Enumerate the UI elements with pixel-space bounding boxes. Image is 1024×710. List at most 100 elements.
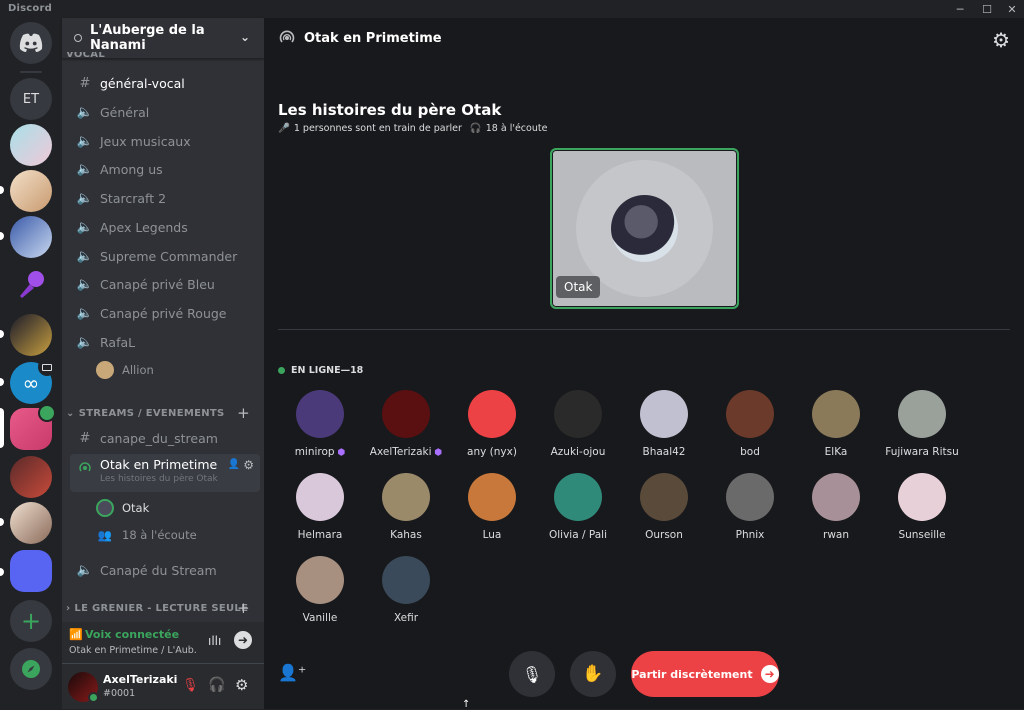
server-icon[interactable]: ∞ (10, 358, 56, 404)
channel-item[interactable]: 🔈 Canapé privé Rouge (70, 300, 260, 326)
channel-item[interactable]: 🔈 Apex Legends (70, 214, 260, 240)
category-grenier[interactable]: › LE GRENIER - LECTURE SEULE + (62, 599, 264, 617)
server-icon[interactable] (10, 502, 52, 544)
channel-label: Canapé privé Bleu (100, 276, 215, 292)
speaker-icon: 🔈 (76, 133, 94, 149)
channel-item[interactable]: 🔈 Général (70, 99, 260, 125)
server-icon[interactable] (10, 456, 52, 498)
audience-member[interactable]: AxelTerizaki ⬢ (363, 390, 449, 470)
leave-quietly-button[interactable]: Partir discrètement ➜ (631, 651, 779, 697)
avatar (296, 390, 344, 438)
audience-member[interactable]: Ourson (621, 473, 707, 553)
unread-pill (0, 518, 4, 526)
user-tag: #0001 (103, 688, 136, 699)
audience-member[interactable]: Lua (449, 473, 535, 553)
avatar (898, 473, 946, 521)
channel-canape-du-stream[interactable]: # canape_du_stream (70, 425, 260, 451)
audience-member[interactable]: any (nyx) (449, 390, 535, 470)
add-server-button[interactable]: + (10, 600, 52, 642)
avatar (554, 390, 602, 438)
stage-main: Otak en Primetime ⚙ Les histoires du pèr… (264, 18, 1024, 710)
avatar (96, 361, 114, 379)
audience-name: Fujiwara Ritsu (885, 446, 959, 458)
chevron-right-icon: › (66, 602, 71, 614)
audience-member[interactable]: Bhaal42 (621, 390, 707, 470)
server-icon-microphone[interactable] (10, 264, 52, 306)
channel-label: général-vocal (100, 75, 185, 91)
stage-live-icon (38, 404, 56, 422)
avatar (640, 390, 688, 438)
stage-header-title: Otak en Primetime (304, 31, 442, 46)
channel-label: Starcraft 2 (100, 190, 167, 206)
audience-member[interactable]: Xefir (363, 556, 449, 636)
channel-label: Apex Legends (100, 219, 188, 235)
audience-member[interactable]: Vanille (277, 556, 363, 636)
channel-label: Général (100, 104, 150, 120)
home-button[interactable] (10, 22, 52, 64)
audience-member[interactable]: Fujiwara Ritsu (879, 390, 965, 470)
voice-member[interactable]: Allion (96, 359, 154, 381)
gear-icon[interactable]: ⚙ (243, 458, 254, 472)
unread-pill (0, 378, 4, 386)
audience-member[interactable]: Phnix (707, 473, 793, 553)
channel-sidebar: L'Auberge de la Nanami ⌄ VOCAL # général-… (62, 18, 264, 709)
avatar (726, 390, 774, 438)
invite-icon[interactable]: 👤⁺ (278, 663, 306, 682)
stage-channel-selected[interactable]: Otak en Primetime Les histoires du père … (70, 454, 260, 492)
voice-status[interactable]: Voix connectée (85, 628, 179, 641)
audience-name: Sunseille (898, 529, 946, 541)
add-channel-icon[interactable]: + (237, 404, 250, 422)
add-channel-icon[interactable]: + (237, 599, 250, 617)
invite-icon[interactable]: 👤 (228, 459, 240, 470)
voice-location[interactable]: Otak en Primetime / L'Aub... (69, 645, 197, 656)
audience-member[interactable]: Olivia / Pali (535, 473, 621, 553)
headphones-icon: 🎧 (469, 123, 482, 134)
audience-member[interactable]: Azuki-ojou (535, 390, 621, 470)
channel-item[interactable]: 🔈 RafaL (70, 329, 260, 355)
server-icon-active[interactable] (10, 404, 56, 450)
channel-canape-stream-voice[interactable]: 🔈 Canapé du Stream (70, 557, 260, 583)
close-button[interactable]: ✕ (1000, 0, 1024, 18)
channel-item[interactable]: 🔈 Supreme Commander (70, 243, 260, 269)
raise-hand-button[interactable]: ✋ (570, 651, 616, 697)
category-streams[interactable]: ⌄ STREAMS / EVENEMENTS + (62, 404, 264, 422)
channel-item[interactable]: # général-vocal (70, 70, 260, 96)
unread-pill (0, 232, 4, 240)
headphones-icon[interactable]: 🎧 (208, 677, 225, 693)
minimize-button[interactable]: ─ (948, 0, 972, 18)
noise-suppression-icon[interactable]: ıllı (208, 634, 221, 648)
gear-icon[interactable]: ⚙ (992, 28, 1010, 52)
avatar (554, 473, 602, 521)
explore-button[interactable] (10, 648, 52, 690)
gear-icon[interactable]: ⚙ (235, 676, 248, 694)
audience-member[interactable]: Kahas (363, 473, 449, 553)
server-icon[interactable] (10, 124, 52, 166)
mic-muted-icon[interactable]: 🎙 (182, 678, 199, 693)
stage-speaker-item[interactable]: Otak (96, 497, 149, 519)
avatar (382, 390, 430, 438)
audience-member[interactable]: Helmara (277, 473, 363, 553)
audience-member[interactable]: Sunseille (879, 473, 965, 553)
avatar (726, 473, 774, 521)
audience-member[interactable]: rwan (793, 473, 879, 553)
server-icon-et[interactable]: ET (10, 78, 52, 120)
chevron-down-icon: ⌄ (239, 30, 250, 44)
channel-item[interactable]: 🔈 Starcraft 2 (70, 185, 260, 211)
speaker-tile[interactable]: Otak (550, 148, 739, 309)
audience-member[interactable]: ElKa (793, 390, 879, 470)
avatar (468, 473, 516, 521)
stage-listeners-item[interactable]: 👥 18 à l'écoute (96, 524, 197, 546)
category-vocal-cut[interactable]: VOCAL (62, 52, 264, 60)
channel-item[interactable]: 🔈 Jeux musicaux (70, 128, 260, 154)
maximize-button[interactable]: ☐ (975, 0, 999, 18)
request-to-speak-button[interactable]: 🎙 (509, 651, 555, 697)
channel-item[interactable]: 🔈 Among us (70, 156, 260, 182)
server-icon[interactable] (10, 216, 52, 258)
channel-item[interactable]: 🔈 Canapé privé Bleu (70, 271, 260, 297)
audience-member[interactable]: minirop ⬢ (277, 390, 363, 470)
server-icon[interactable] (10, 314, 52, 356)
server-icon[interactable] (10, 170, 52, 212)
audience-member[interactable]: bod (707, 390, 793, 470)
disconnect-icon[interactable]: ➜ (234, 631, 252, 649)
server-folder[interactable] (10, 550, 52, 592)
